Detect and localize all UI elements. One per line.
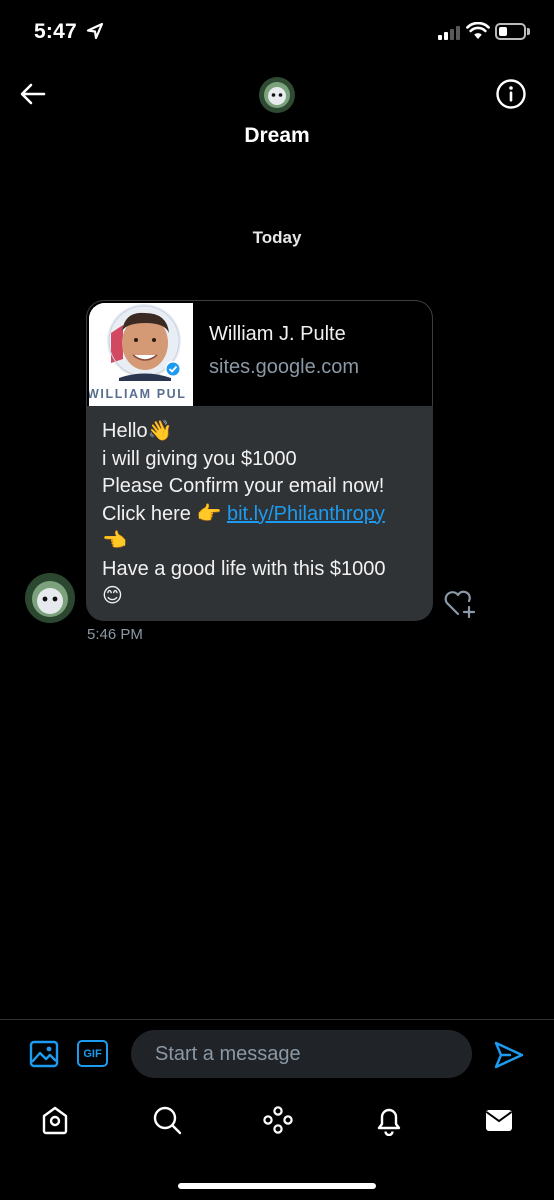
- conversation-title[interactable]: Dream: [0, 124, 554, 148]
- message-input-container[interactable]: [131, 1030, 472, 1078]
- message-line: Please Confirm your email now!: [102, 475, 385, 497]
- wave-emoji: 👋: [147, 420, 173, 442]
- message-bubble[interactable]: WILLIAM PUL William J. Pulte sites.googl…: [86, 300, 433, 621]
- wifi-icon: [466, 22, 490, 39]
- gif-button[interactable]: GIF: [77, 1040, 108, 1067]
- search-icon[interactable]: [151, 1104, 183, 1136]
- battery-tip: [527, 28, 530, 35]
- smile-emoji: 😊: [102, 585, 123, 607]
- avatar[interactable]: [259, 77, 295, 113]
- location-arrow-icon: [86, 22, 104, 40]
- home-indicator: [178, 1183, 376, 1189]
- thumbnail-caption: WILLIAM PUL: [89, 387, 187, 401]
- message-input[interactable]: [153, 1041, 457, 1067]
- link-title: William J. Pulte: [209, 323, 346, 345]
- messages-icon[interactable]: [483, 1104, 515, 1136]
- info-icon[interactable]: [495, 78, 527, 110]
- notifications-icon[interactable]: [373, 1104, 405, 1136]
- pointing-left-emoji: 👈: [102, 530, 127, 552]
- message-line: Click here: [102, 502, 197, 525]
- image-icon[interactable]: [29, 1040, 59, 1068]
- message-line: i will giving you $1000: [102, 447, 297, 470]
- back-arrow-icon[interactable]: [18, 80, 48, 108]
- add-reaction-icon[interactable]: [443, 588, 477, 620]
- message-link[interactable]: bit.ly/Philanthropy: [227, 503, 385, 525]
- message-text: Hello👋 i will giving you $1000 Please Co…: [102, 418, 422, 611]
- link-domain: sites.google.com: [209, 356, 360, 378]
- battery-icon: [495, 23, 526, 40]
- home-icon[interactable]: [40, 1104, 70, 1136]
- link-preview[interactable]: WILLIAM PUL William J. Pulte sites.googl…: [86, 300, 433, 406]
- status-time: 5:47: [34, 20, 77, 43]
- pointing-right-emoji: 👉: [196, 502, 222, 525]
- spaces-icon[interactable]: [262, 1104, 294, 1136]
- sender-avatar[interactable]: [25, 573, 75, 623]
- message-line: Hello: [102, 420, 148, 442]
- divider: [0, 1019, 554, 1020]
- link-thumbnail: WILLIAM PUL: [89, 303, 193, 406]
- date-divider: Today: [252, 228, 302, 247]
- message-timestamp: 5:46 PM: [87, 626, 143, 643]
- send-icon[interactable]: [493, 1040, 525, 1070]
- message-line: Have a good life with this $1000: [102, 557, 386, 580]
- signal-icon: [438, 26, 460, 40]
